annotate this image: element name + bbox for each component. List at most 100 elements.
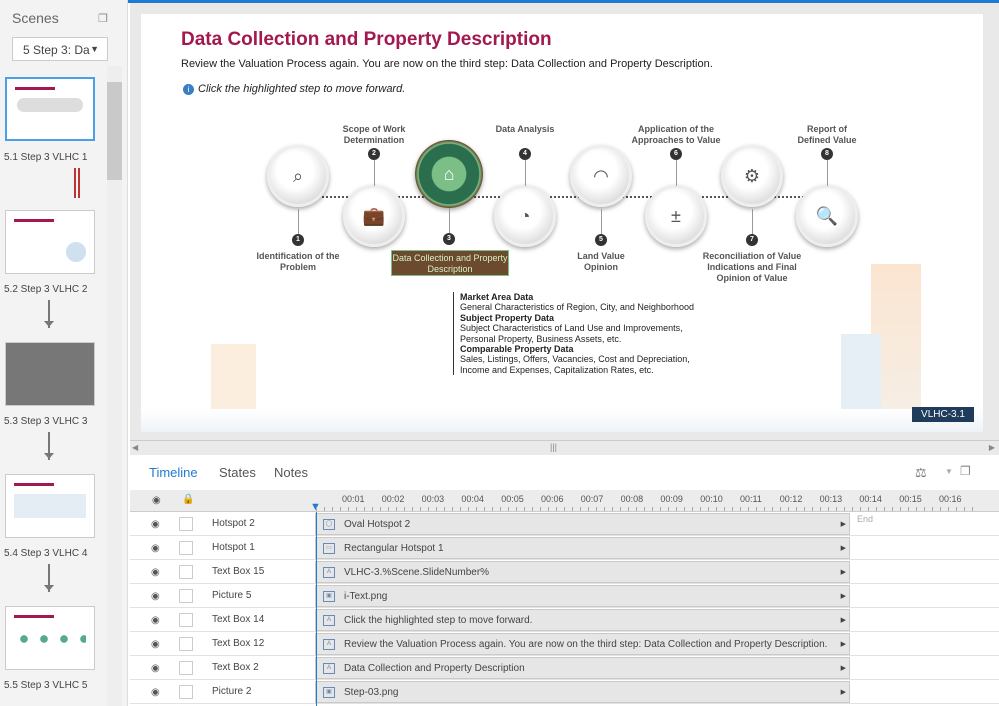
expand-arrow-icon[interactable]: ▶ xyxy=(841,544,846,552)
expand-arrow-icon[interactable]: ▶ xyxy=(841,568,846,576)
object-type-icon: A xyxy=(323,663,335,674)
undock-icon[interactable]: ❐ xyxy=(98,12,108,25)
undock-icon[interactable]: ❐ xyxy=(960,464,971,478)
lock-checkbox[interactable] xyxy=(179,685,193,699)
scene-dropdown[interactable]: 5 Step 3: Da ▼ xyxy=(12,37,108,61)
object-type-icon: A xyxy=(323,567,335,578)
step-badge: 4 xyxy=(519,148,531,160)
timeline-bar[interactable]: ▣ i-Text.png ▶ xyxy=(315,585,850,607)
eye-icon[interactable]: ◉ xyxy=(151,519,160,530)
step-badge: 2 xyxy=(368,148,380,160)
eye-icon[interactable]: ◉ xyxy=(151,639,160,650)
scene-thumb-5[interactable] xyxy=(5,606,95,670)
expand-arrow-icon[interactable]: ▶ xyxy=(841,688,846,696)
detail-heading: Comparable Property Data xyxy=(460,344,574,355)
layer-name: Text Box 2 xyxy=(212,662,259,673)
lock-checkbox[interactable] xyxy=(179,565,193,579)
tab-notes[interactable]: Notes xyxy=(274,465,308,480)
scroll-left-icon[interactable]: ◀ xyxy=(132,443,138,452)
time-tick: 00:14 xyxy=(859,494,882,504)
lock-icon[interactable]: 🔒 xyxy=(182,494,194,505)
timeline-row[interactable]: ◉ Text Box 14 A Click the highlighted ste… xyxy=(130,608,999,632)
lock-checkbox[interactable] xyxy=(179,541,193,555)
step-5-circle[interactable]: ◠ xyxy=(570,145,632,207)
expand-arrow-icon[interactable]: ▶ xyxy=(841,640,846,648)
branch-arrow-icon xyxy=(74,168,80,198)
timeline-row[interactable]: ◉ Text Box 2 A Data Collection and Proper… xyxy=(130,656,999,680)
step-7-circle[interactable]: ⚙ xyxy=(721,145,783,207)
step-4-circle[interactable]: ◔ xyxy=(494,185,556,247)
scenes-title: Scenes xyxy=(12,10,59,26)
scroll-grip-icon[interactable]: ||| xyxy=(550,442,557,452)
timeline-bar[interactable]: ◯ Oval Hotspot 2 ▶ xyxy=(315,513,850,535)
scenes-scroll-thumb[interactable] xyxy=(107,82,122,180)
expand-arrow-icon[interactable]: ▶ xyxy=(841,664,846,672)
step-label: Scope of Work Determination xyxy=(342,124,406,145)
lock-checkbox[interactable] xyxy=(179,613,193,627)
timeline-align-icon[interactable]: ⚖ xyxy=(915,465,927,481)
eye-icon[interactable]: ◉ xyxy=(151,615,160,626)
timeline-panel: Timeline States Notes ⚖ ▼ ❐ ◉ 🔒 ▼ 00:010… xyxy=(130,455,999,706)
step-badge: 6 xyxy=(670,148,682,160)
step-details: Market Area Data General Characteristics… xyxy=(453,292,694,376)
step-3-circle-active[interactable]: ⌂ xyxy=(415,140,483,208)
eye-icon[interactable]: ◉ xyxy=(151,591,160,602)
object-type-icon: A xyxy=(323,639,335,650)
timeline-bar[interactable]: A Click the highlighted step to move forw… xyxy=(315,609,850,631)
timeline-bar[interactable]: A Review the Valuation Process again. You… xyxy=(315,633,850,655)
active-step-label[interactable]: Data Collection and Property Description xyxy=(391,250,509,276)
timeline-bar[interactable]: A VLHC-3.%Scene.SlideNumber% ▶ xyxy=(315,561,850,583)
lock-checkbox[interactable] xyxy=(179,589,193,603)
tab-timeline[interactable]: Timeline xyxy=(149,465,198,480)
layer-name: Picture 5 xyxy=(212,590,252,601)
timeline-row[interactable]: ◉ Picture 2 ▣ Step-03.png ▶ xyxy=(130,680,999,704)
detail-heading: Market Area Data xyxy=(460,292,534,302)
time-tick: 00:01 xyxy=(342,494,365,504)
timeline-row[interactable]: ◉ Picture 5 ▣ i-Text.png ▶ xyxy=(130,584,999,608)
object-type-icon: ▭ xyxy=(323,543,335,554)
scene-thumb-2[interactable] xyxy=(5,210,95,274)
stage-horizontal-scrollbar[interactable]: ◀ ||| ▶ xyxy=(130,440,999,455)
chevron-down-icon[interactable]: ▼ xyxy=(945,467,953,476)
eye-icon[interactable]: ◉ xyxy=(151,663,160,674)
timeline-bar[interactable]: A Data Collection and Property Descriptio… xyxy=(315,657,850,679)
time-tick: 00:05 xyxy=(501,494,524,504)
slide-hint: i Click the highlighted step to move forw… xyxy=(183,83,405,95)
scene-thumb-3[interactable] xyxy=(5,342,95,406)
expand-arrow-icon[interactable]: ▶ xyxy=(841,592,846,600)
timeline-bar[interactable]: ▣ Step-03.png ▶ xyxy=(315,681,850,703)
timeline-row[interactable]: ◉ Text Box 12 A Review the Valuation Proc… xyxy=(130,632,999,656)
scene-thumb-1[interactable] xyxy=(5,77,95,141)
step-label: Data Analysis xyxy=(495,124,555,134)
step-badge: 7 xyxy=(746,234,758,246)
timeline-bar[interactable]: ▭ Rectangular Hotspot 1 ▶ xyxy=(315,537,850,559)
timeline-bar-label: Step-03.png xyxy=(344,687,399,698)
eye-icon[interactable]: ◉ xyxy=(151,567,160,578)
slide-title: Data Collection and Property Description xyxy=(181,29,552,50)
step-1-circle[interactable]: ⌕ xyxy=(267,145,329,207)
step-line xyxy=(752,209,753,235)
timeline-bar-label: Review the Valuation Process again. You … xyxy=(344,639,828,650)
timeline-row[interactable]: ◉ Text Box 15 A VLHC-3.%Scene.SlideNumber… xyxy=(130,560,999,584)
eye-icon[interactable]: ◉ xyxy=(151,543,160,554)
layer-name: Picture 2 xyxy=(212,686,252,697)
timeline-row[interactable]: ◉ Hotspot 1 ▭ Rectangular Hotspot 1 ▶ xyxy=(130,536,999,560)
step-2-circle[interactable]: 💼 xyxy=(343,185,405,247)
tab-states[interactable]: States xyxy=(219,465,256,480)
arrow-down-icon xyxy=(44,432,54,460)
scene-thumb-4[interactable] xyxy=(5,474,95,538)
scroll-right-icon[interactable]: ▶ xyxy=(989,443,995,452)
step-6-circle[interactable]: ± xyxy=(645,185,707,247)
eye-icon[interactable]: ◉ xyxy=(151,687,160,698)
lock-checkbox[interactable] xyxy=(179,637,193,651)
expand-arrow-icon[interactable]: ▶ xyxy=(841,616,846,624)
eye-icon[interactable]: ◉ xyxy=(152,495,161,506)
lock-checkbox[interactable] xyxy=(179,517,193,531)
time-tick: 00:07 xyxy=(580,494,604,504)
expand-arrow-icon[interactable]: ▶ xyxy=(841,520,846,528)
step-8-circle[interactable]: 🔍 xyxy=(796,185,858,247)
step-badge: 8 xyxy=(821,148,833,160)
scenes-panel: Scenes ❐ 5 Step 3: Da ▼ 5.1 Step 3 VLHC 1… xyxy=(0,0,128,706)
lock-checkbox[interactable] xyxy=(179,661,193,675)
time-tick: 00:03 xyxy=(421,494,445,504)
